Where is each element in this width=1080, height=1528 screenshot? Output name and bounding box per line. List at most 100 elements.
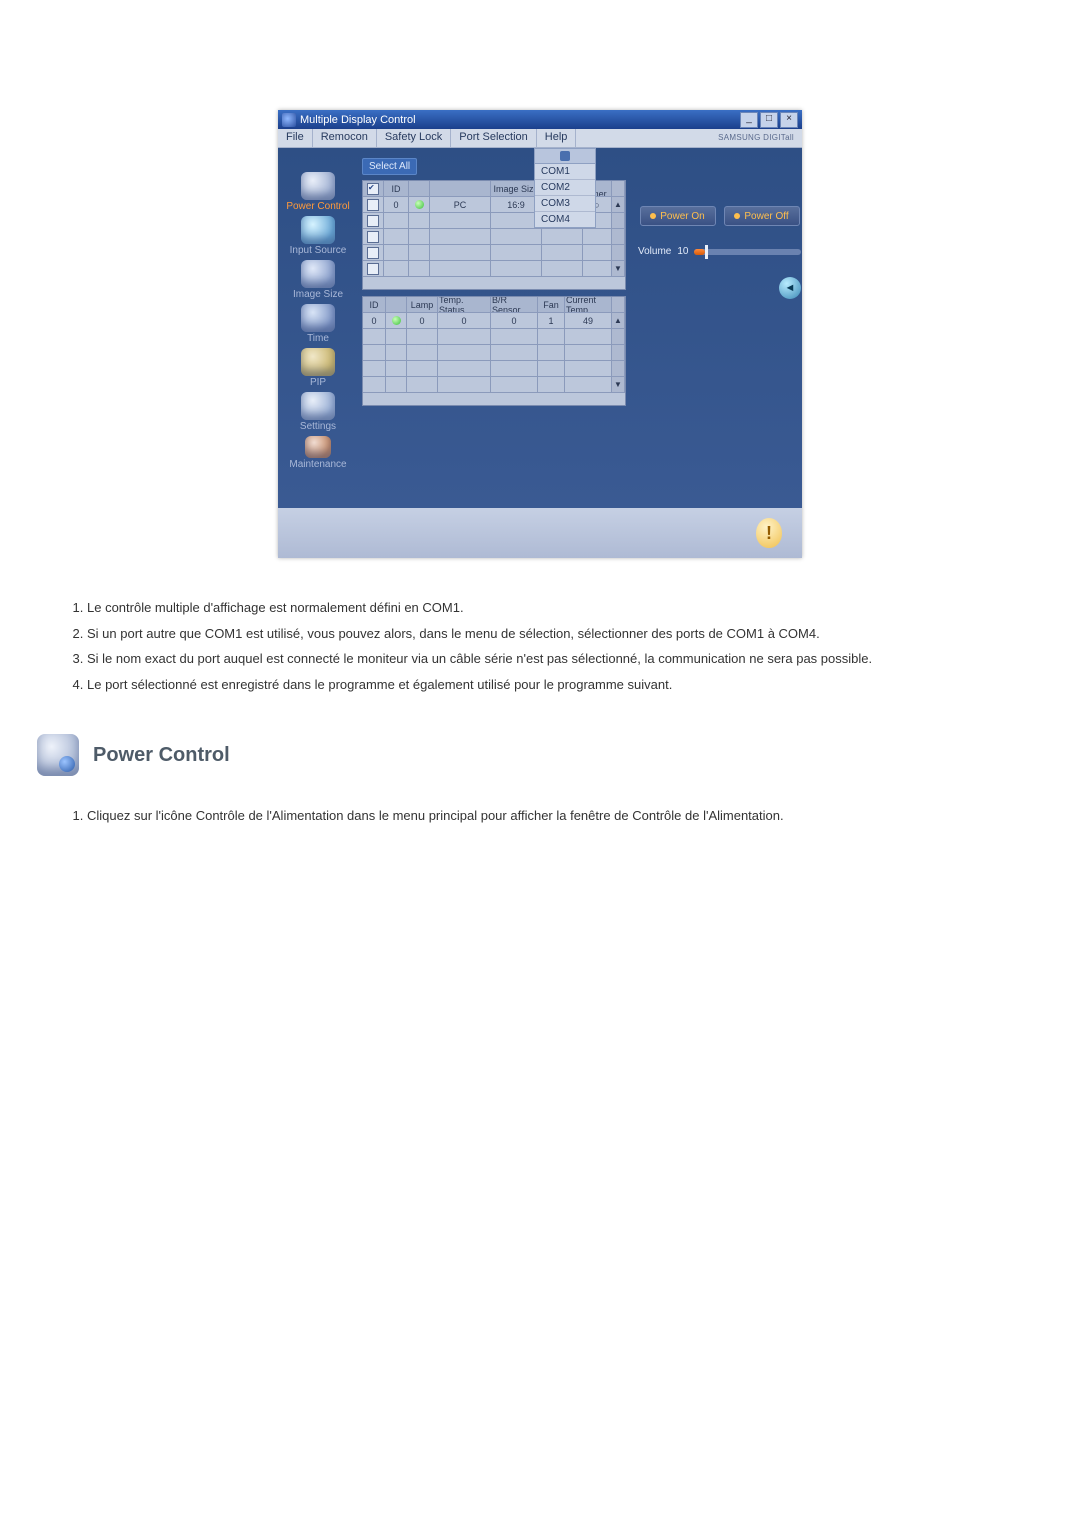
port-option-com2[interactable]: COM2 (535, 180, 595, 196)
col-br-sensor: B/R Sensor (491, 297, 538, 313)
scroll-up-button[interactable]: ▲ (612, 197, 625, 213)
sidebar-item-settings[interactable]: Settings (278, 392, 358, 432)
window-titlebar: Multiple Display Control _ □ × (278, 110, 802, 129)
scroll-down-button[interactable]: ▼ (612, 377, 625, 393)
power-control-section-icon (37, 734, 79, 776)
cell-lamp: 0 (407, 313, 438, 329)
speaker-icon: ◄ (785, 282, 796, 294)
sidebar: Power Control Input Source Image Size Ti… (278, 148, 358, 508)
window-footer: ! (278, 508, 802, 558)
scroll-up-button[interactable]: ▲ (612, 313, 625, 329)
sidebar-item-label: Settings (278, 421, 358, 432)
port-option-com1[interactable]: COM1 (535, 164, 595, 180)
check-all-icon[interactable] (367, 183, 379, 195)
sidebar-item-maintenance[interactable]: Maintenance (278, 436, 358, 470)
volume-label: Volume (638, 246, 671, 257)
power-control-icon (301, 172, 335, 200)
menu-port-selection[interactable]: Port Selection (451, 129, 536, 147)
app-window: Multiple Display Control _ □ × File Remo… (278, 110, 802, 558)
menu-file[interactable]: File (278, 129, 313, 147)
power-off-label: Power Off (744, 211, 788, 222)
row-checkbox[interactable] (367, 263, 379, 275)
cell-fan: 1 (538, 313, 565, 329)
power-on-button[interactable]: Power On (640, 206, 716, 226)
cell-source: PC (430, 197, 491, 213)
menu-help[interactable]: Help (537, 129, 577, 147)
port-dropdown[interactable]: COM1 COM2 COM3 COM4 (534, 148, 596, 228)
status-led-icon (392, 316, 401, 325)
port-option-com3[interactable]: COM3 (535, 196, 595, 212)
maintenance-icon (305, 436, 331, 458)
select-all-button[interactable]: Select All (362, 158, 417, 175)
cell-current-temp: 49 (565, 313, 612, 329)
volume-slider[interactable] (694, 249, 801, 255)
cell-temp-status: 0 (438, 313, 491, 329)
status-led-icon (415, 200, 424, 209)
col-temp-status: Temp. Status (438, 297, 491, 313)
table-row[interactable]: 0 0 0 0 1 49 ▲ (363, 313, 625, 329)
sidebar-item-power-control[interactable]: Power Control (278, 172, 358, 212)
cell-id: 0 (384, 197, 409, 213)
section-title: Power Control (93, 744, 230, 767)
col-fan: Fan (538, 297, 565, 313)
cell-br-sensor: 0 (491, 313, 538, 329)
pip-icon (301, 348, 335, 376)
sidebar-item-label: Image Size (278, 289, 358, 300)
scrollbar-track[interactable] (612, 181, 625, 197)
col-status (409, 181, 430, 197)
brand-label: SAMSUNG DIGITall (710, 129, 802, 147)
sidebar-item-label: Time (278, 333, 358, 344)
sidebar-item-label: Power Control (278, 201, 358, 212)
app-icon (282, 113, 296, 127)
port-option-com4[interactable]: COM4 (535, 212, 595, 227)
input-source-icon (301, 216, 335, 244)
list-item: Le contrôle multiple d'affichage est nor… (87, 598, 1019, 618)
sidebar-item-pip[interactable]: PIP (278, 348, 358, 388)
row-checkbox[interactable] (367, 199, 379, 211)
col-check (363, 181, 384, 197)
col-lamp: Lamp (407, 297, 438, 313)
volume-value: 10 (677, 246, 688, 257)
minimize-button[interactable]: _ (740, 112, 758, 128)
col-id: ID (384, 181, 409, 197)
power-off-button[interactable]: Power Off (724, 206, 800, 226)
col-id: ID (363, 297, 386, 313)
menu-remocon[interactable]: Remocon (313, 129, 377, 147)
power-on-label: Power On (660, 211, 704, 222)
power-on-dot-icon (650, 213, 656, 219)
menu-safety-lock[interactable]: Safety Lock (377, 129, 451, 147)
sidebar-item-input-source[interactable]: Input Source (278, 216, 358, 256)
sidebar-item-image-size[interactable]: Image Size (278, 260, 358, 300)
speaker-button[interactable]: ◄ (779, 277, 801, 299)
maximize-button[interactable]: □ (760, 112, 778, 128)
instruction-list-2: Cliquez sur l'icône Contrôle de l'Alimen… (61, 806, 1019, 826)
col-source (430, 181, 491, 197)
alert-icon: ! (756, 518, 782, 548)
client-area: COM1 COM2 COM3 COM4 Power Control Input … (278, 148, 802, 508)
col-current-temp: Current Temp. (565, 297, 612, 313)
sidebar-item-label: Input Source (278, 245, 358, 256)
port-dropdown-header (535, 149, 595, 164)
menubar: File Remocon Safety Lock Port Selection … (278, 129, 802, 148)
scrollbar-track[interactable] (612, 297, 625, 313)
row-checkbox[interactable] (367, 247, 379, 259)
list-item: Le port sélectionné est enregistré dans … (87, 675, 1019, 695)
sidebar-item-label: Maintenance (278, 459, 358, 470)
time-icon (301, 304, 335, 332)
list-item: Cliquez sur l'icône Contrôle de l'Alimen… (87, 806, 1019, 826)
controls-panel: Power On Power Off Volume 10 (632, 180, 807, 500)
cell-id: 0 (363, 313, 386, 329)
row-checkbox[interactable] (367, 215, 379, 227)
status-grid[interactable]: ID Lamp Temp. Status B/R Sensor Fan Curr… (362, 296, 626, 406)
scroll-down-button[interactable]: ▼ (612, 261, 625, 277)
sidebar-item-label: PIP (278, 377, 358, 388)
sidebar-item-time[interactable]: Time (278, 304, 358, 344)
list-item: Si le nom exact du port auquel est conne… (87, 649, 1019, 669)
row-checkbox[interactable] (367, 231, 379, 243)
close-button[interactable]: × (780, 112, 798, 128)
list-item: Si un port autre que COM1 est utilisé, v… (87, 624, 1019, 644)
instruction-list: Le contrôle multiple d'affichage est nor… (61, 598, 1019, 694)
col-status (386, 297, 407, 313)
image-size-icon (301, 260, 335, 288)
settings-icon (301, 392, 335, 420)
